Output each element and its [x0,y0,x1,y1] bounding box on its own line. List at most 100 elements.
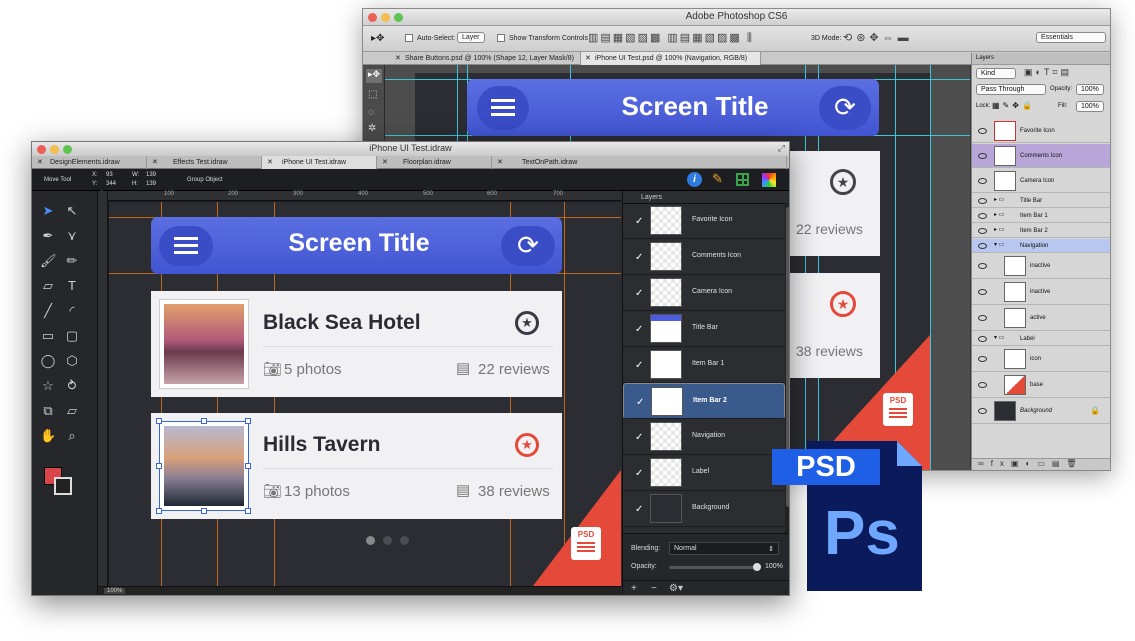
colors-icon[interactable] [762,173,776,187]
stroke-color-swatch[interactable] [54,477,72,495]
page-dot-active[interactable] [366,536,375,545]
shapes-tool-icon[interactable]: ⧉ [40,403,56,419]
eraser-tool-icon[interactable]: ▱ [40,278,56,294]
node-tool-icon[interactable]: ⋎ [64,228,80,244]
fill-field[interactable]: 100% [1076,101,1104,112]
pencil-icon[interactable]: ✎ [712,171,723,187]
layer-row[interactable]: ✓ Title Bar [623,311,785,347]
layer-group-row[interactable]: ▾ ▭ Label [972,332,1110,346]
polygon-tool-icon[interactable]: ⬡ [64,353,80,369]
layers-footer-icons[interactable]: ∞fx▣◐▭▤🗑 [972,458,1110,470]
layer-row[interactable]: icon [972,347,1110,372]
menu-button[interactable] [159,226,213,266]
layer-row-selected[interactable]: ✓ Item Bar 2 [623,383,785,419]
layer-group-row[interactable]: ▸ ▭ Item Bar 2 [972,224,1110,238]
layer-row[interactable]: Comments Icon [972,144,1110,168]
opacity-slider[interactable] [669,566,757,569]
layer-row-background[interactable]: Background 🔒 [972,399,1110,424]
skew-tool-icon[interactable]: ▱ [64,403,80,419]
layer-row[interactable]: ✓ Background [623,491,785,527]
tab-share-buttons[interactable]: ✕ Share Buttons.psd @ 100% (Shape 12, Lay… [391,52,581,65]
arc-tool-icon[interactable]: ◜ [64,303,80,319]
3d-mode-icons[interactable]: ⟲⊛✥⇔▬ [843,31,913,44]
layer-row[interactable]: base [972,373,1110,398]
filter-icons[interactable]: ▣◐T⌗▤ [1024,67,1072,78]
auto-select-dropdown[interactable]: Layer [457,32,485,43]
menu-button[interactable] [477,86,529,130]
blending-dropdown[interactable]: Normal ⇕ [669,542,779,555]
layer-row[interactable]: ✓ Favorite Icon [623,203,785,239]
layer-row[interactable]: ✓ Label [623,455,785,491]
ellipse-tool-icon[interactable]: ◯ [40,353,56,369]
tab-floorplan[interactable]: ✕ Floorplan.idraw [377,156,492,169]
info-icon[interactable]: i [687,172,702,187]
opacity-field[interactable]: 100% [1076,84,1104,95]
layer-group-row[interactable]: ▸ ▭ Item Bar 1 [972,209,1110,223]
layer-row[interactable]: Camera Icon [972,169,1110,193]
star-tool-icon[interactable]: ☆ [40,378,56,394]
list-item-1[interactable]: Black Sea Hotel ★ 📷︎ 5 photos ▤ 22 revie… [151,291,562,397]
magic-wand-tool-icon[interactable]: ✲ [368,123,376,134]
page-dot[interactable] [400,536,409,545]
grid-icon[interactable] [736,173,749,186]
show-transform-checkbox[interactable] [497,34,505,42]
layer-group-row-selected[interactable]: ▾ ▭ Navigation [972,239,1110,253]
opacity-slider-knob[interactable] [753,563,761,571]
layer-row[interactable]: inactive [972,280,1110,305]
layer-row[interactable]: active [972,306,1110,331]
gear-icon[interactable]: ⚙▾ [669,583,683,594]
list-item-2[interactable]: Hills Tavern ★ 📷︎ 13 photos ▤ 38 reviews [151,413,562,519]
favorite-icon-thumb [994,121,1016,141]
star-icon[interactable]: ★ [830,169,856,195]
w-value[interactable]: 139 [146,172,156,178]
rectangle-tool-icon[interactable]: ▭ [40,328,56,344]
layer-row[interactable]: ✓ Camera Icon [623,275,785,311]
filter-kind-dropdown[interactable]: Kind [976,68,1016,79]
tab-iphone-ui-test[interactable]: ✕ iPhone UI Test.psd @ 100% (Navigation, … [581,52,761,65]
refresh-icon[interactable]: ⟳ [819,86,871,130]
align-icons[interactable]: ▥▤▦▧▨▩ ▥▤▦▧▨▩ ⫼ [588,31,754,45]
blend-mode-dropdown[interactable]: Pass Through [976,84,1046,95]
pen-tool-icon[interactable]: ✒ [40,228,56,244]
star-icon[interactable]: ★ [515,311,539,335]
direct-select-tool-icon[interactable]: ↖ [64,203,80,219]
page-dot[interactable] [383,536,392,545]
move-tool-icon[interactable]: ▸✥ [366,69,382,83]
h-value[interactable]: 139 [146,181,156,187]
lock-icons[interactable]: ▦✎✥🔒 [992,101,1035,110]
star-icon[interactable]: ★ [830,291,856,317]
line-tool-icon[interactable]: ╱ [40,303,56,319]
layer-group-row[interactable]: ▸ ▭ Title Bar [972,194,1110,208]
zoom-level[interactable]: 100% [104,588,126,594]
layer-row[interactable]: ✓ Item Bar 1 [623,347,785,383]
rounded-rect-tool-icon[interactable]: ▢ [64,328,80,344]
tab-text-on-path[interactable]: ✕ TextOnPath.idraw [492,156,787,169]
x-value[interactable]: 93 [106,172,113,178]
layer-row[interactable]: Favorite Icon [972,119,1110,143]
add-layer-button[interactable]: + [631,583,637,594]
layer-row[interactable]: ✓ Navigation [623,419,785,455]
y-value[interactable]: 344 [106,181,116,187]
layer-row[interactable]: ✓ Comments Icon [623,239,785,275]
zoom-tool-icon[interactable]: ⌕ [64,428,80,444]
brush-tool-icon[interactable]: 🖌 [40,253,57,269]
move-tool-icon[interactable]: ▸✥ [371,33,384,44]
marquee-tool-icon[interactable]: ⬚ [368,89,377,100]
tab-design-elements[interactable]: ✕ DesignElements.idraw [32,156,147,169]
layers-panel-tab[interactable]: Layers [972,53,1110,65]
hand-tool-icon[interactable]: ✋ [40,428,56,444]
layer-row[interactable]: inactive [972,254,1110,279]
tab-iphone-ui-test[interactable]: ✕ iPhone UI Test.idraw [262,156,377,169]
auto-select-checkbox[interactable] [405,34,413,42]
fullscreen-icon[interactable]: ⤢ [778,143,785,154]
pencil-tool-icon[interactable]: ✏ [64,253,80,269]
lasso-tool-icon[interactable]: ◌ [368,107,374,118]
spiral-tool-icon[interactable]: ⥁ [64,378,80,394]
tab-effects-test[interactable]: ✕ Effects Test.idraw [147,156,262,169]
star-icon[interactable]: ★ [515,433,539,457]
text-tool-icon[interactable]: T [64,278,80,294]
select-tool-icon[interactable]: ➤ [40,203,56,219]
workspace-dropdown[interactable]: Essentials [1036,32,1106,43]
remove-layer-button[interactable]: − [651,583,657,594]
refresh-icon[interactable]: ⟳ [501,226,555,266]
